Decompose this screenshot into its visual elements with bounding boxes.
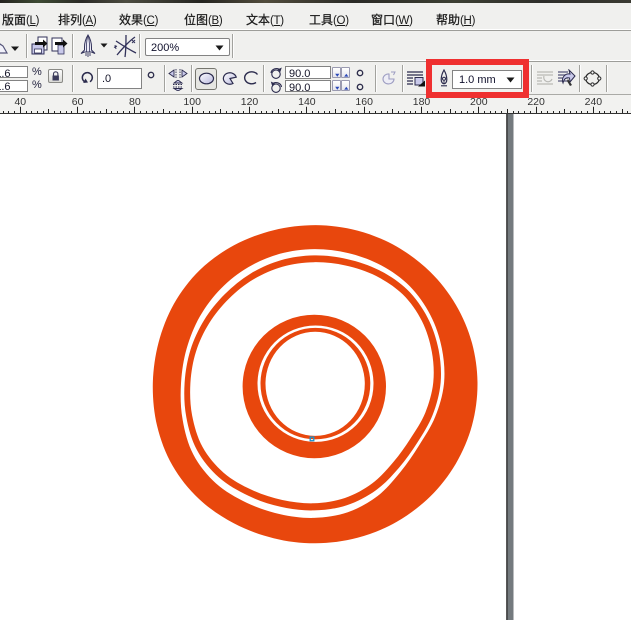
svg-text:200: 200 <box>470 96 488 108</box>
svg-text:240: 240 <box>585 96 603 108</box>
svg-text:80: 80 <box>129 96 141 108</box>
svg-text:40: 40 <box>14 96 26 108</box>
svg-text:220: 220 <box>527 96 545 108</box>
svg-text:160: 160 <box>355 96 373 108</box>
svg-text:120: 120 <box>241 96 259 108</box>
svg-text:60: 60 <box>72 96 84 108</box>
svg-text:180: 180 <box>413 96 431 108</box>
svg-text:140: 140 <box>298 96 316 108</box>
svg-text:100: 100 <box>183 96 201 108</box>
